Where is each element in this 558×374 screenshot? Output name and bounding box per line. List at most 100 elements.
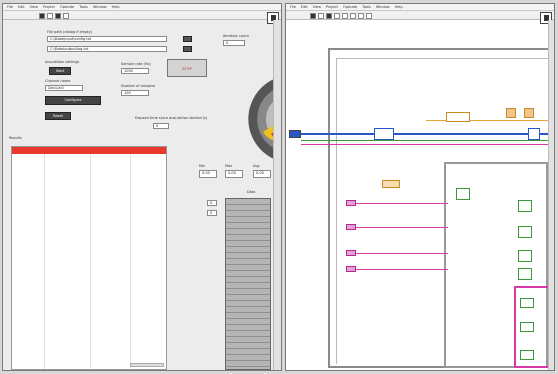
pause-icon[interactable] <box>334 12 340 19</box>
string-wire <box>426 120 548 121</box>
numeric-constant[interactable] <box>382 180 400 188</box>
iteration-count-label: Iteration count <box>223 34 249 38</box>
string-wire-4 <box>356 227 448 228</box>
file-path-field-1[interactable]: C:\Data\input\config.txt <box>47 36 167 42</box>
menu-file[interactable]: File <box>290 5 296 9</box>
menu-project[interactable]: Project <box>43 5 55 9</box>
menu-file[interactable]: File <box>7 5 13 9</box>
step-into-icon[interactable] <box>350 12 356 19</box>
format-node-2[interactable] <box>518 226 532 238</box>
string-constant[interactable] <box>446 112 470 122</box>
abort-icon[interactable] <box>326 12 332 19</box>
string-terminal-1[interactable] <box>346 200 356 206</box>
concatenate-node[interactable] <box>456 188 470 200</box>
block-diagram-menubar: File Edit View Project Operate Tools Win… <box>286 4 554 11</box>
highlight-execution-icon[interactable] <box>342 12 348 19</box>
channel-name-field[interactable]: Dev1/ai0 <box>45 85 83 91</box>
string-terminal-4[interactable] <box>346 266 356 272</box>
indicator-terminal-1[interactable] <box>520 298 534 308</box>
front-panel-vscrollbar[interactable] <box>273 20 281 370</box>
menu-view[interactable]: View <box>313 5 321 9</box>
menu-edit[interactable]: Edit <box>18 5 25 9</box>
stop-button[interactable]: STOP <box>167 59 207 77</box>
block-diagram-vscrollbar[interactable] <box>548 20 554 370</box>
refnum-wire <box>301 133 548 135</box>
string-terminal-2[interactable] <box>346 224 356 230</box>
menu-window[interactable]: Window <box>376 5 390 9</box>
number-of-samples-control[interactable]: 100 <box>121 90 149 96</box>
menu-tools[interactable]: Tools <box>362 5 371 9</box>
format-node-1[interactable] <box>518 200 532 212</box>
menu-window[interactable]: Window <box>93 5 107 9</box>
browse-folder-icon-2[interactable] <box>183 46 192 52</box>
elapsed-time-indicator: 0 <box>153 123 169 129</box>
run-continuously-icon[interactable] <box>318 12 324 19</box>
number-of-samples-label: Number of samples <box>121 84 156 88</box>
file-path-label: File path (dialog if empty) <box>47 30 93 34</box>
string-wire-2 <box>301 144 548 145</box>
min-indicator: 0.00 <box>199 170 217 178</box>
format-node-4[interactable] <box>518 268 532 280</box>
table-hscrollbar[interactable] <box>130 363 164 367</box>
front-panel-toolbar <box>3 11 281 24</box>
orange-terminal[interactable] <box>506 108 516 118</box>
menu-help[interactable]: Help <box>112 5 120 9</box>
reset-button[interactable]: Reset <box>45 112 71 120</box>
configure-button[interactable]: Configure <box>45 96 101 105</box>
iteration-count-indicator: 0 <box>223 40 245 46</box>
elapsed-time-label: Elapsed time since acquisition started (… <box>135 116 208 120</box>
max-label: Max <box>225 164 233 168</box>
browse-folder-icon[interactable] <box>183 36 192 42</box>
pause-icon[interactable] <box>63 12 69 19</box>
acquisition-settings-label: Acquisition settings <box>45 60 80 64</box>
string-wire-5 <box>356 253 448 254</box>
column-divider <box>90 154 91 369</box>
sample-rate-control[interactable]: 1000 <box>121 68 149 74</box>
results-table-label: Results <box>9 136 22 140</box>
table-header-row <box>12 147 166 154</box>
property-node[interactable] <box>374 128 394 140</box>
string-wire-6 <box>356 269 448 270</box>
start-button[interactable]: Start <box>49 67 71 75</box>
menu-help[interactable]: Help <box>395 5 403 9</box>
menu-view[interactable]: View <box>30 5 38 9</box>
menu-edit[interactable]: Edit <box>301 5 308 9</box>
indicator-terminal-3[interactable] <box>520 350 534 360</box>
orange-terminal-2[interactable] <box>524 108 534 118</box>
sample-rate-label: Sample rate (Hz) <box>121 62 151 66</box>
error-cluster-icon[interactable] <box>289 130 301 138</box>
data-array-label: Data <box>247 190 256 194</box>
array-index-1[interactable]: 0 <box>207 200 217 206</box>
string-terminal-3[interactable] <box>346 250 356 256</box>
menu-tools[interactable]: Tools <box>79 5 88 9</box>
menu-project[interactable]: Project <box>326 5 338 9</box>
column-divider <box>130 154 131 369</box>
run-arrow-icon[interactable] <box>310 12 316 19</box>
avg-label: Avg <box>253 164 260 168</box>
indicator-terminal-2[interactable] <box>520 322 534 332</box>
file-path-field-2[interactable]: C:\Data\output\log.txt <box>47 46 167 52</box>
channel-name-label: Channel name <box>45 79 71 83</box>
boolean-wire <box>301 140 548 141</box>
block-diagram-window: File Edit View Project Operate Tools Win… <box>285 3 555 371</box>
front-panel-menubar: File Edit View Project Operate Tools Win… <box>3 4 281 11</box>
run-continuously-icon[interactable] <box>47 12 53 19</box>
format-node-3[interactable] <box>518 250 532 262</box>
block-diagram-toolbar <box>286 11 554 24</box>
invoke-node[interactable] <box>528 128 540 140</box>
results-table[interactable] <box>11 146 167 370</box>
max-indicator: 0.00 <box>225 170 243 178</box>
min-label: Min <box>199 164 206 168</box>
run-arrow-icon[interactable] <box>39 12 45 19</box>
step-out-icon[interactable] <box>366 12 372 19</box>
avg-indicator: 0.00 <box>253 170 271 178</box>
abort-icon[interactable] <box>55 12 61 19</box>
step-over-icon[interactable] <box>358 12 364 19</box>
column-divider <box>44 154 45 369</box>
array-index-2[interactable]: 0 <box>207 210 217 216</box>
menu-operate[interactable]: Operate <box>60 5 74 9</box>
string-wire-3 <box>356 203 448 204</box>
menu-operate[interactable]: Operate <box>343 5 357 9</box>
front-panel-window: File Edit View Project Operate Tools Win… <box>2 3 282 371</box>
data-array-indicator <box>225 198 271 370</box>
